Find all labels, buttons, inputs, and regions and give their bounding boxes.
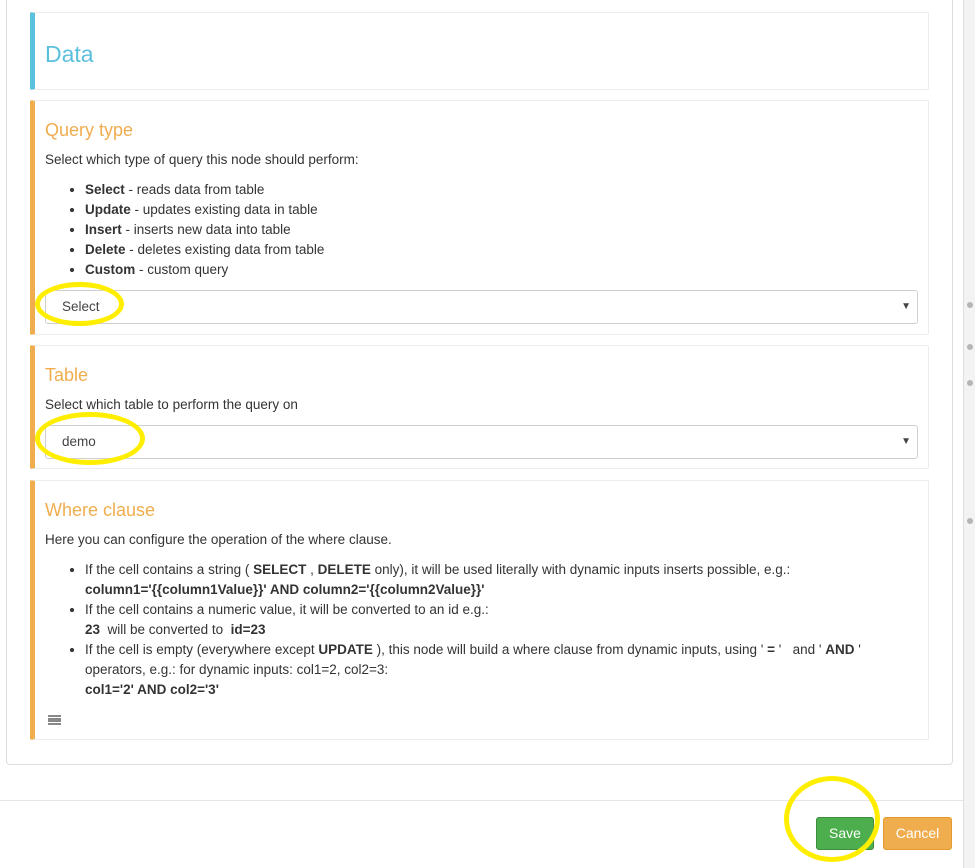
- table-select[interactable]: demo ▼: [45, 425, 918, 459]
- caret-down-icon: ▼: [901, 436, 911, 447]
- query-type-select-value: Select: [62, 299, 100, 314]
- table-description: Select which table to perform the query …: [45, 397, 298, 412]
- menu-lines-icon[interactable]: [48, 715, 61, 725]
- where-clause-panel: Where clause Here you can configure the …: [30, 480, 929, 740]
- query-type-select[interactable]: Select ▼: [45, 290, 918, 324]
- caret-down-icon: ▼: [901, 301, 911, 312]
- where-clause-description: Here you can configure the operation of …: [45, 532, 392, 547]
- list-item: Custom - custom query: [85, 260, 324, 280]
- list-item: If the cell contains a numeric value, it…: [85, 600, 915, 640]
- list-item: Insert - inserts new data into table: [85, 220, 324, 240]
- list-item: If the cell is empty (everywhere except …: [85, 640, 915, 700]
- query-type-panel: Query type Select which type of query th…: [30, 100, 929, 335]
- background-app-strip: [963, 0, 975, 868]
- query-type-list: Select - reads data from table Update - …: [45, 180, 324, 280]
- list-item: Delete - deletes existing data from tabl…: [85, 240, 324, 260]
- data-panel: Data: [30, 12, 929, 90]
- where-clause-list: If the cell contains a string ( SELECT ,…: [45, 560, 915, 700]
- where-example-string: column1='{{column1Value}}' AND column2='…: [85, 582, 485, 597]
- footer-divider: [0, 800, 963, 801]
- list-item: If the cell contains a string ( SELECT ,…: [85, 560, 915, 600]
- where-clause-title: Where clause: [45, 500, 156, 520]
- table-select-value: demo: [62, 434, 96, 449]
- query-type-description: Select which type of query this node sho…: [45, 152, 359, 167]
- list-item: Update - updates existing data in table: [85, 200, 324, 220]
- table-panel: Table Select which table to perform the …: [30, 345, 929, 469]
- table-title: Table: [45, 365, 89, 385]
- cancel-button[interactable]: Cancel: [883, 817, 952, 850]
- where-example-empty: col1='2' AND col2='3': [85, 682, 219, 697]
- save-button[interactable]: Save: [816, 817, 874, 850]
- list-item: Select - reads data from table: [85, 180, 324, 200]
- query-type-title: Query type: [45, 120, 134, 140]
- data-panel-title: Data: [45, 41, 94, 67]
